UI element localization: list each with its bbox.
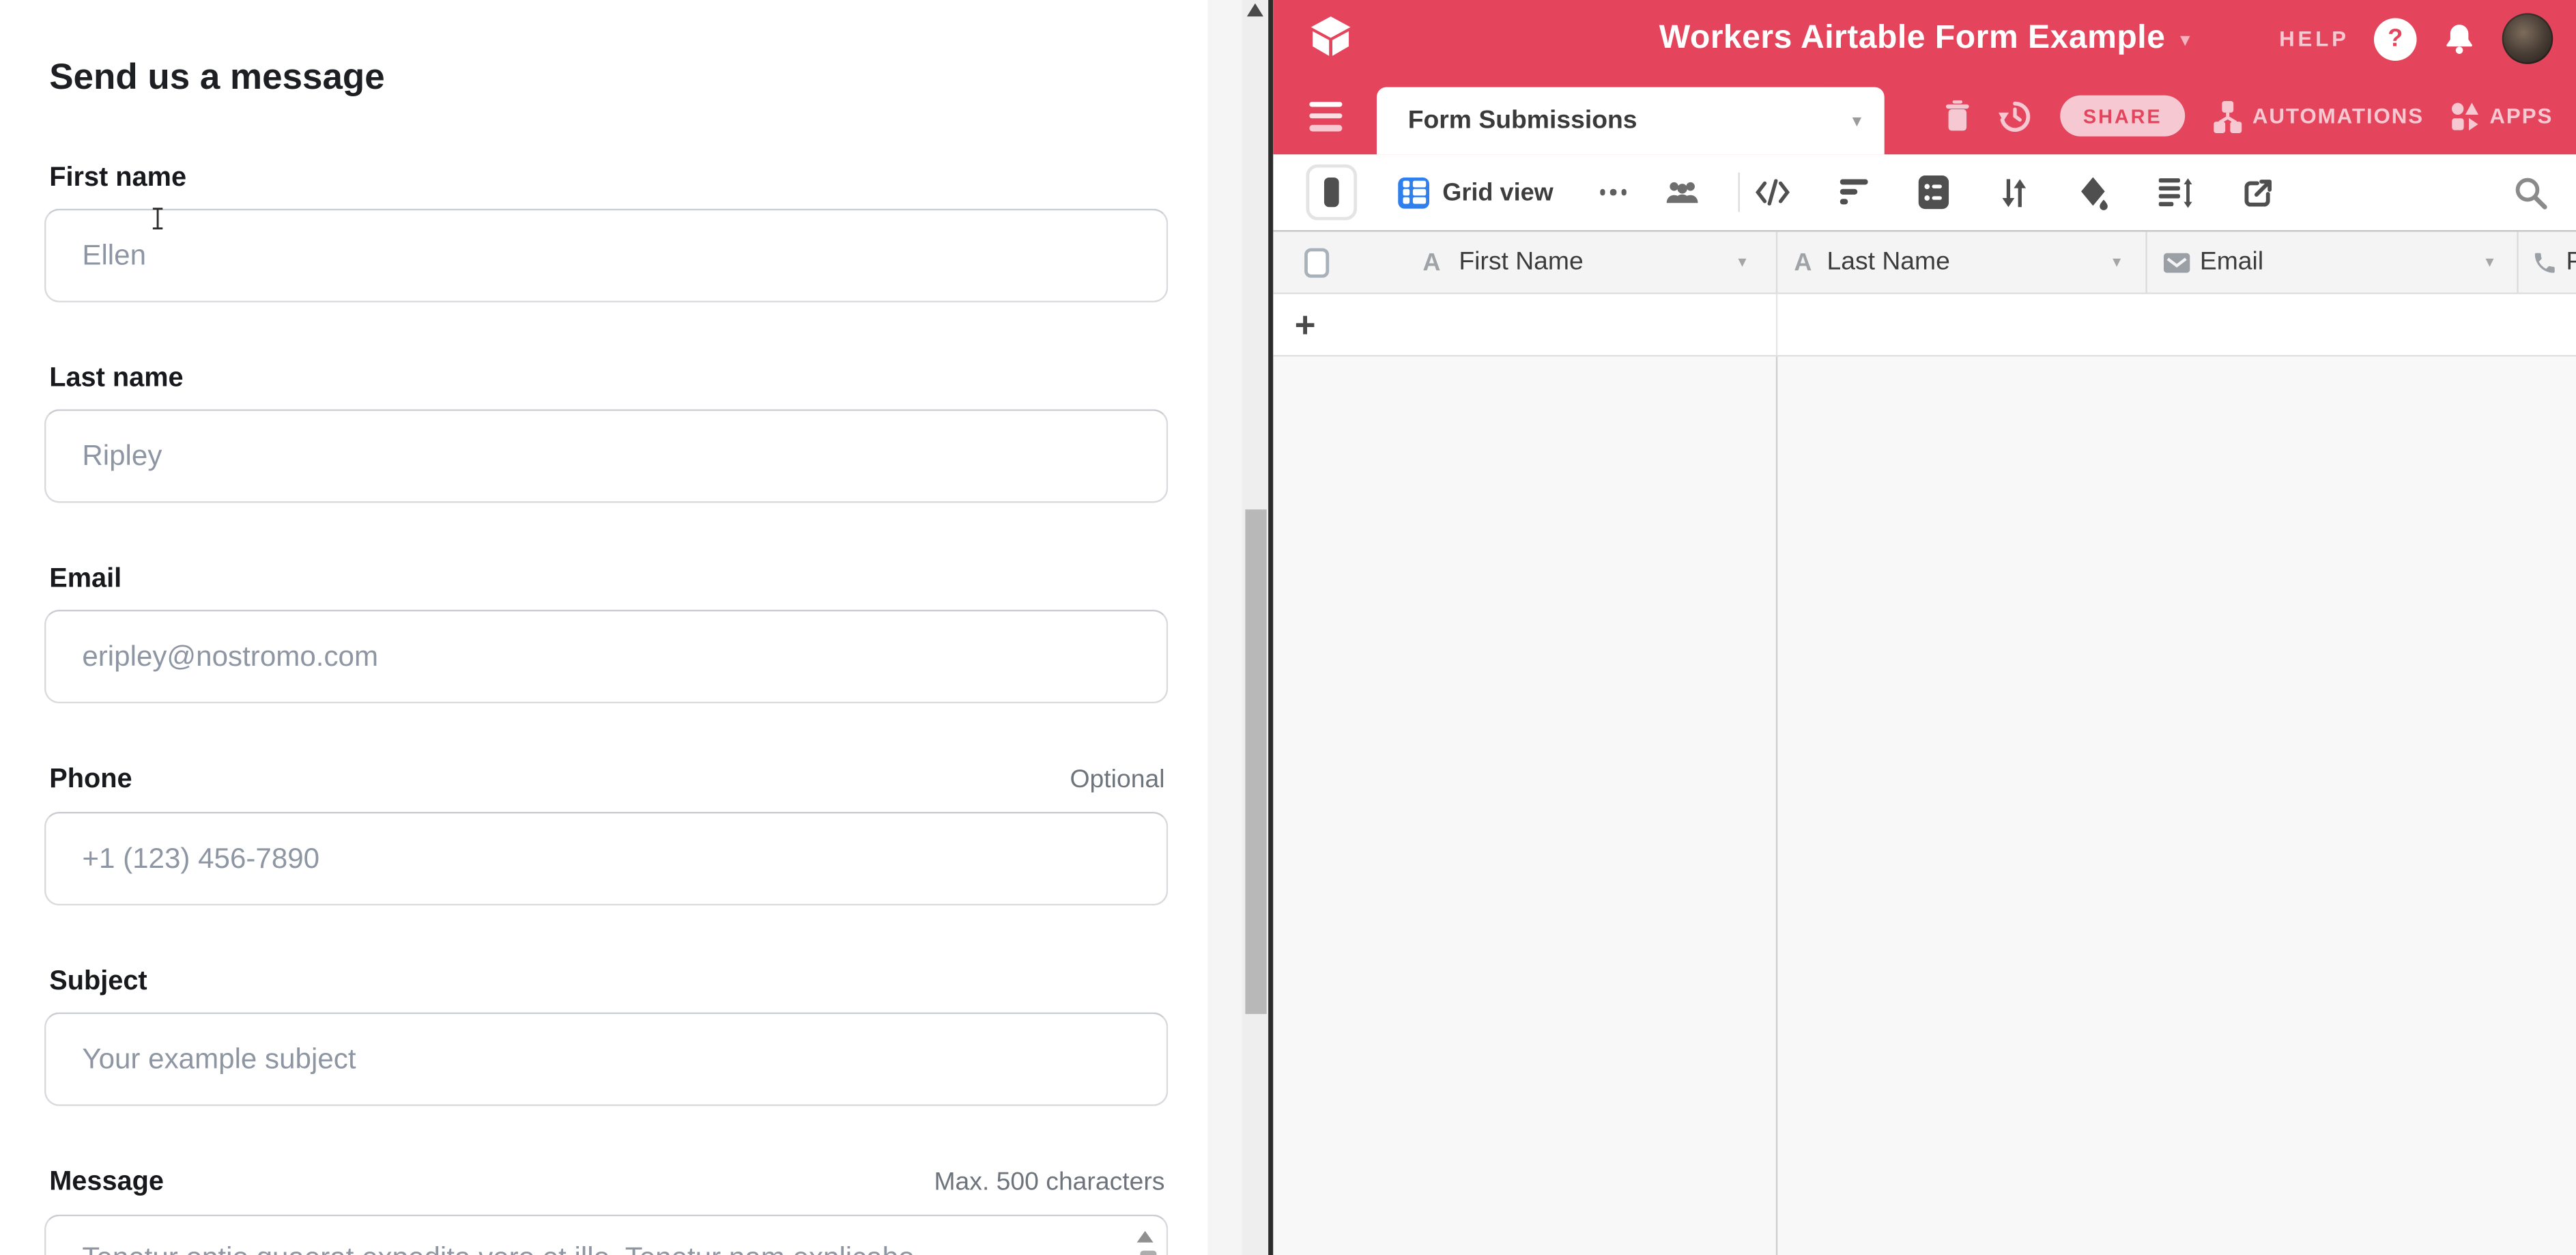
grid-view-icon [1398,177,1429,208]
view-options-icon[interactable] [1599,189,1627,195]
trash-icon[interactable] [1945,100,1970,132]
column-name: First Name [1459,247,1583,277]
subject-field: Subject [44,965,1168,1106]
subject-input[interactable] [44,1013,1168,1106]
table-tab-label: Form Submissions [1408,106,1637,135]
bell-icon[interactable] [2442,20,2478,57]
topbar-right-cluster: HELP ? [2279,0,2553,77]
view-toolbar: Grid view [1273,154,2576,230]
message-label: Message [49,1165,164,1198]
collaborators-icon[interactable] [1666,179,1699,206]
message-scroll-up-icon[interactable] [1137,1231,1154,1243]
frozen-column-divider [1776,356,1777,1255]
column-header-last-name[interactable]: A Last Name ▾ [1776,231,2146,292]
airtable-panel: Workers Airtable Form Example ▾ HELP ? F… [1273,0,2576,1255]
column-header-first-name[interactable]: A First Name ▾ [1273,231,1776,292]
phone-label: Phone [49,763,132,795]
menu-icon[interactable] [1309,102,1342,130]
message-scrollbar-thumb[interactable] [1140,1251,1156,1255]
base-title-text: Workers Airtable Form Example [1659,20,2166,57]
first-name-label: First name [49,161,186,194]
last-name-field: Last name [44,362,1168,503]
text-field-type-icon: A [1794,248,1812,276]
apps-icon [2452,101,2480,130]
add-record-plus-icon[interactable]: + [1295,307,1316,343]
help-button[interactable]: HELP [2279,27,2349,51]
first-name-field: First name [44,161,1168,302]
text-cursor-icon [151,207,164,230]
message-textarea[interactable]: Tenetur optio quaerat expedita vero et i… [44,1215,1168,1255]
tabbar-right-cluster: SHARE AUTOMATIONS [1945,77,2553,154]
color-icon[interactable] [2078,175,2110,210]
grid-canvas[interactable] [1273,356,2576,1255]
text-field-type-icon: A [1422,248,1440,276]
hide-fields-icon[interactable] [1755,179,1791,206]
contact-form-panel: Send us a message First name Last name E… [0,0,1207,1255]
email-field-type-icon [2164,252,2190,272]
search-icon[interactable] [2514,175,2549,210]
page-scrollbar[interactable] [1242,0,1269,1255]
first-name-input[interactable] [44,209,1168,302]
toolbar-divider [1738,173,1740,212]
view-name[interactable]: Grid view [1442,178,1554,206]
apps-button[interactable]: APPS [2452,101,2553,130]
phone-field: Phone Optional [44,763,1168,905]
group-icon[interactable] [1918,174,1951,210]
message-field: Message Max. 500 characters Tenetur opti… [44,1165,1168,1255]
scrollbar-up-arrow-icon[interactable] [1247,3,1263,16]
email-label: Email [49,562,121,595]
question-icon[interactable]: ? [2374,17,2417,60]
avatar[interactable] [2502,13,2553,64]
contact-form: Send us a message First name Last name E… [44,0,1168,1255]
column-name: Email [2200,247,2263,277]
share-button[interactable]: SHARE [2060,96,2185,137]
chevron-down-icon[interactable]: ▾ [1852,110,1861,131]
email-input[interactable] [44,610,1168,703]
history-icon[interactable] [1998,98,2033,133]
last-name-label: Last name [49,362,183,395]
airtable-top-bars: Workers Airtable Form Example ▾ HELP ? F… [1273,0,2576,154]
share-view-icon[interactable] [2243,177,2274,208]
filter-icon[interactable] [1840,179,1868,206]
automations-label: AUTOMATIONS [2252,104,2424,128]
form-title: Send us a message [49,56,1168,99]
column-header-phone[interactable]: Phone [2517,231,2576,292]
page-gutter [1207,0,1242,1255]
screen: Send us a message First name Last name E… [0,0,2576,1255]
last-name-input[interactable] [44,409,1168,503]
apps-label: APPS [2489,104,2553,128]
phone-optional-hint: Optional [1070,764,1165,797]
phone-field-type-icon [2532,249,2558,276]
subject-label: Subject [49,965,147,998]
message-maxlength-hint: Max. 500 characters [934,1167,1164,1200]
view-sidebar-toggle-button[interactable] [1306,165,1357,221]
page-scrollbar-thumb[interactable] [1244,509,1265,1014]
frozen-column-divider [1776,294,1777,355]
column-header-email[interactable]: Email ▾ [2145,231,2517,292]
automations-button[interactable]: AUTOMATIONS [2213,100,2424,132]
phone-input[interactable] [44,812,1168,905]
add-record-row[interactable]: + [1273,294,2576,356]
chevron-down-icon[interactable]: ▾ [2486,253,2494,271]
message-text: Tenetur optio quaerat expedita vero et i… [82,1237,1091,1255]
sort-icon[interactable] [2000,177,2029,208]
chevron-down-icon[interactable]: ▾ [2113,253,2121,271]
grid-header-row: A First Name ▾ A Last Name ▾ Email [1273,230,2576,294]
chevron-down-icon[interactable]: ▾ [1738,253,1746,271]
sidebar-toggle-icon [1324,178,1339,207]
chevron-down-icon: ▾ [2180,27,2190,51]
window-divider [1268,0,1273,1255]
column-name: Phone [2566,247,2576,277]
email-field: Email [44,562,1168,703]
automations-icon [2213,100,2242,132]
row-height-icon[interactable] [2159,177,2194,208]
tab-form-submissions[interactable]: Form Submissions ▾ [1377,87,1885,155]
column-name: Last Name [1827,247,1949,277]
